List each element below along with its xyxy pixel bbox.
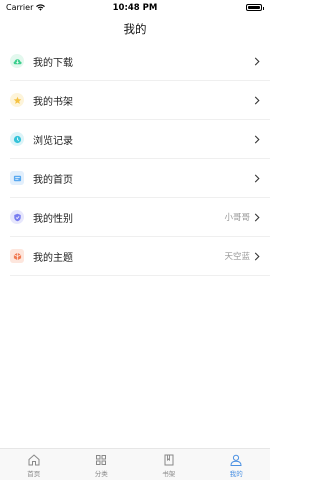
status-bar: Carrier 10:48 PM (0, 0, 270, 14)
home-icon (28, 454, 40, 466)
star-icon (10, 93, 24, 107)
menu-item-bookshelf[interactable]: 我的书架 (10, 81, 270, 120)
menu-item-label: 我的主题 (33, 252, 73, 264)
tab-label: 我的 (229, 470, 243, 478)
tab-profile[interactable]: 我的 (203, 449, 271, 480)
tab-home[interactable]: 首页 (0, 449, 68, 480)
menu-item-gender[interactable]: 我的性别 小哥哥 (10, 198, 270, 237)
battery-icon (246, 4, 264, 11)
category-icon (96, 455, 107, 465)
menu-list: 我的下载 我的书架 浏览记录 我的首页 我的性别 小哥哥 我的主题 天空蓝 (0, 42, 270, 276)
tab-label: 书架 (162, 470, 176, 478)
menu-item-downloads[interactable]: 我的下载 (10, 42, 270, 81)
menu-item-label: 我的性别 (33, 213, 73, 225)
menu-item-label: 我的书架 (33, 96, 73, 108)
history-icon (10, 132, 24, 146)
menu-item-label: 我的下载 (33, 57, 73, 69)
tab-category[interactable]: 分类 (68, 449, 136, 480)
chevron-right-icon (254, 251, 262, 261)
tab-bookshelf[interactable]: 书架 (135, 449, 203, 480)
tab-label: 首页 (27, 470, 41, 478)
profile-icon (230, 454, 242, 466)
bookshelf-icon (164, 454, 174, 466)
homepage-icon (10, 171, 24, 185)
menu-item-value: 天空蓝 (224, 252, 250, 262)
menu-item-theme[interactable]: 我的主题 天空蓝 (10, 237, 270, 276)
menu-item-label: 我的首页 (33, 174, 73, 186)
download-icon (10, 54, 24, 68)
gender-shield-icon (10, 210, 24, 224)
menu-item-value: 小哥哥 (224, 213, 250, 223)
menu-item-homepage[interactable]: 我的首页 (10, 159, 270, 198)
tab-label: 分类 (94, 470, 108, 478)
menu-item-label: 浏览记录 (33, 135, 73, 147)
theme-icon (10, 249, 24, 263)
page-title: 我的 (123, 22, 147, 36)
chevron-right-icon (254, 134, 262, 144)
menu-item-history[interactable]: 浏览记录 (10, 120, 270, 159)
tab-bar: 首页 分类 书架 我的 (0, 448, 270, 480)
chevron-right-icon (254, 95, 262, 105)
chevron-right-icon (254, 212, 262, 222)
chevron-right-icon (254, 173, 262, 183)
status-time: 10:48 PM (112, 3, 158, 13)
chevron-right-icon (254, 56, 262, 66)
